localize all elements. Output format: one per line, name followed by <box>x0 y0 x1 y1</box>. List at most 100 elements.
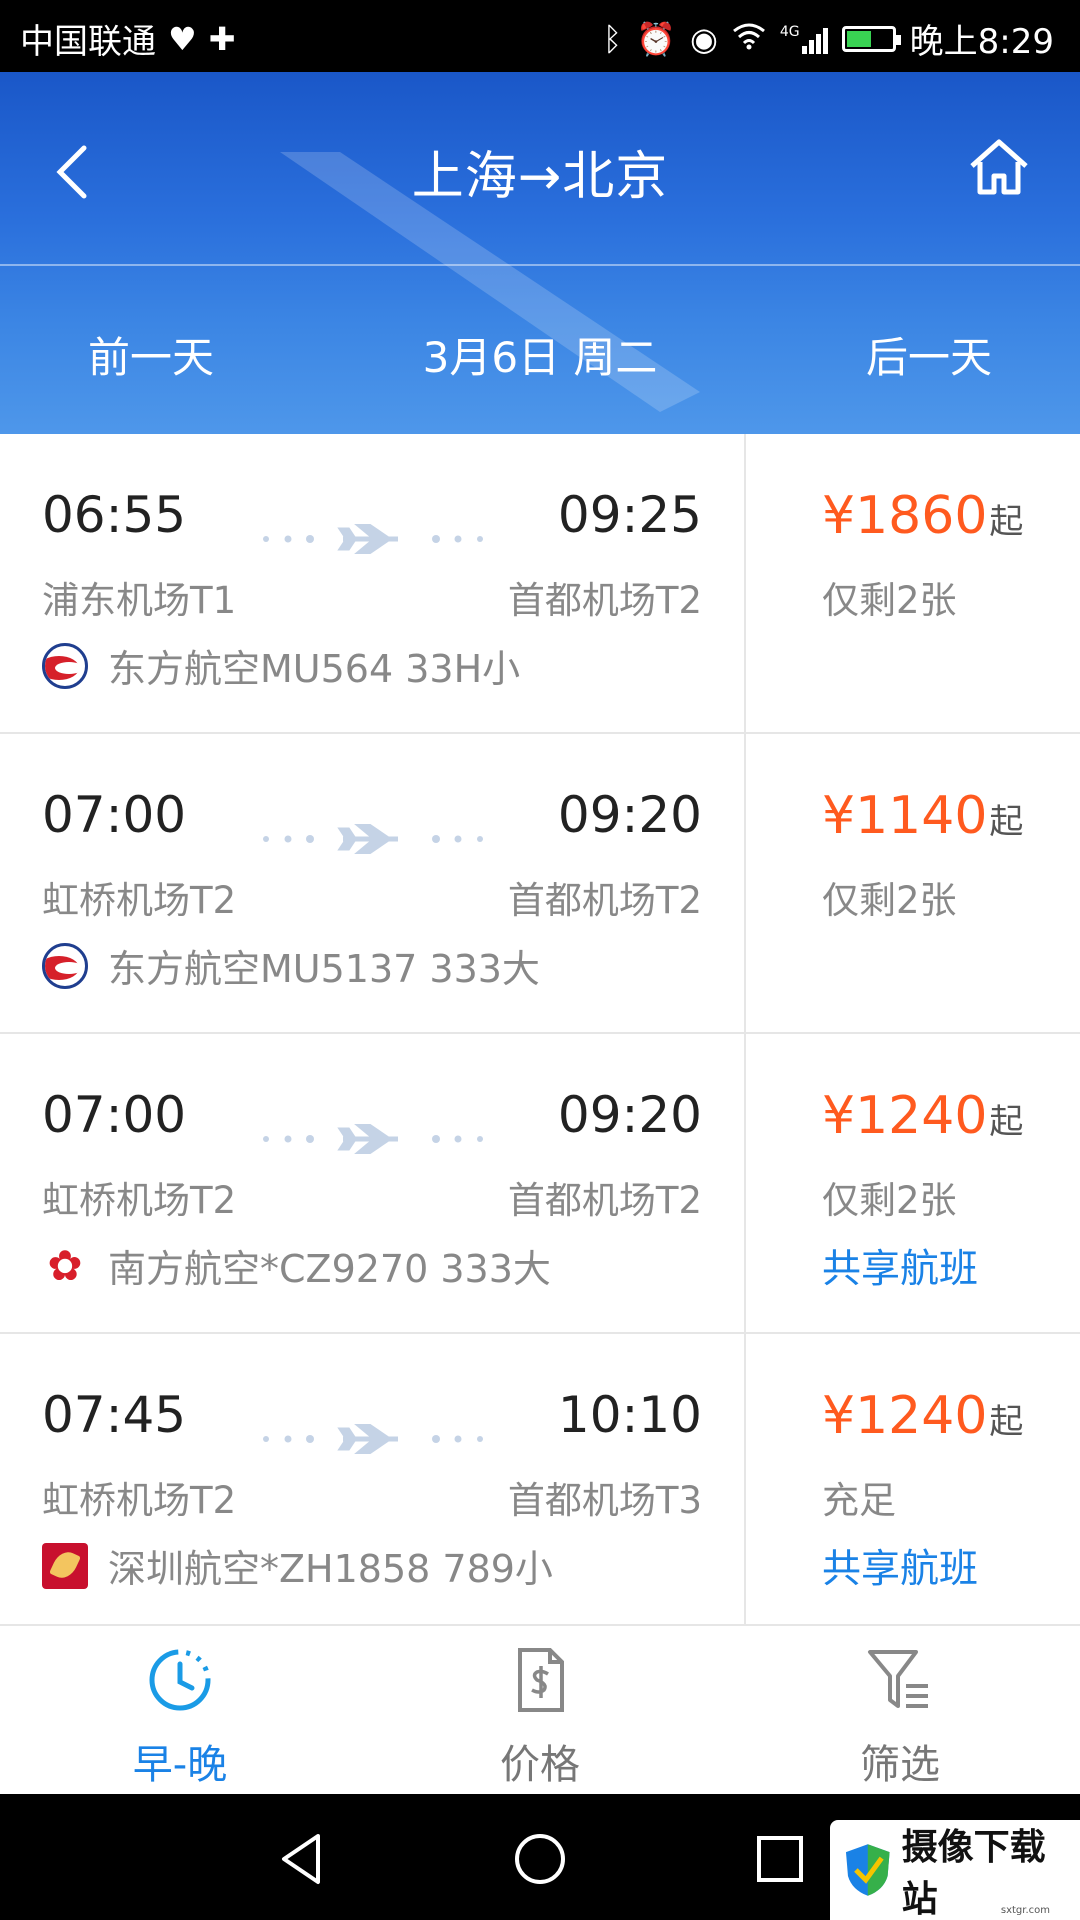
bottom-tab-bar: 早-晚 价格 筛选 <box>0 1624 1080 1794</box>
arrival-time: 09:20 <box>557 786 702 844</box>
bluetooth-icon: ᛒ <box>602 19 623 58</box>
price-info: ¥1240起 仅剩2张 共享航班 <box>748 1034 1080 1332</box>
arrival-airport: 首都机场T2 <box>507 579 702 622</box>
watermark: 摄像下载站 sxtgr.com <box>830 1820 1080 1920</box>
route-title: 上海→北京 <box>411 147 669 207</box>
shenzhen-airlines-logo <box>42 1542 88 1589</box>
ticket-availability: 充足 <box>822 1479 896 1522</box>
tab-sort-price[interactable]: 价格 <box>360 1626 720 1796</box>
nav-home-icon[interactable] <box>505 1824 575 1894</box>
flight-card[interactable]: 07:00 09:20 虹桥机场T2 首都机场T2 ✿ 南方航空*CZ9270 … <box>0 1034 1080 1334</box>
health-heart-icon: ♥ <box>168 19 197 58</box>
ticket-availability: 仅剩2张 <box>822 579 957 622</box>
carrier-name: 中国联通 <box>20 22 156 62</box>
price-suffix: 起 <box>989 502 1024 542</box>
flight-info: 07:45 10:10 虹桥机场T2 首都机场T3 深圳航空*ZH1858 78… <box>0 1334 746 1624</box>
arrival-time: 10:10 <box>557 1386 702 1444</box>
arrival-airport: 首都机场T2 <box>507 1179 702 1222</box>
flight-list: 06:55 09:25 浦东机场T1 首都机场T2 东方航空MU564 33H小… <box>0 434 1080 1624</box>
shared-flight-link[interactable]: 共享航班 <box>822 1538 978 1594</box>
price: ¥1240起 <box>822 1086 1023 1146</box>
airline-row: 东方航空MU564 33H小 <box>42 638 520 693</box>
app-notification-icon: ✚ <box>208 19 236 58</box>
departure-time: 07:45 <box>42 1386 187 1444</box>
status-bar: 中国联通 ♥ ✚ ᛒ ⏰ ◉ 4G 晚上8:29 <box>0 0 1080 72</box>
flight-card[interactable]: 07:00 09:20 虹桥机场T2 首都机场T2 东方航空MU5137 333… <box>0 734 1080 1034</box>
flight-info: 07:00 09:20 虹桥机场T2 首都机场T2 ✿ 南方航空*CZ9270 … <box>0 1034 746 1332</box>
airline-flight-info: 东方航空MU5137 333大 <box>108 947 540 991</box>
ticket-availability: 仅剩2张 <box>822 1179 957 1222</box>
arrival-time: 09:25 <box>557 486 702 544</box>
departure-time: 06:55 <box>42 486 187 544</box>
filter-icon <box>868 1650 928 1708</box>
shared-flight-link[interactable]: 共享航班 <box>822 1238 978 1294</box>
china-southern-logo: ✿ <box>47 1240 83 1290</box>
tab-sort-time[interactable]: 早-晚 <box>0 1626 360 1796</box>
airline-row: 东方航空MU5137 333大 <box>42 938 540 993</box>
arrival-airport: 首都机场T3 <box>507 1479 702 1522</box>
nav-back-icon[interactable] <box>268 1824 338 1894</box>
price: ¥1140起 <box>822 786 1023 846</box>
plane-route-icon <box>263 524 483 554</box>
price-value: ¥1140 <box>822 786 988 846</box>
price: ¥1860起 <box>822 486 1023 546</box>
watermark-text: 摄像下载站 <box>901 1826 1046 1920</box>
price-info: ¥1140起 仅剩2张 <box>748 734 1080 1032</box>
price: ¥1240起 <box>822 1386 1023 1446</box>
flight-info: 07:00 09:20 虹桥机场T2 首都机场T2 东方航空MU5137 333… <box>0 734 746 1032</box>
departure-time: 07:00 <box>42 1086 187 1144</box>
tab-label: 价格 <box>500 1742 580 1788</box>
watermark-url: sxtgr.com <box>1000 1905 1050 1916</box>
china-eastern-logo <box>42 942 88 989</box>
price-value: ¥1860 <box>822 486 988 546</box>
wifi-icon <box>732 19 766 59</box>
shield-logo-icon <box>845 1844 890 1896</box>
alarm-icon: ⏰ <box>636 19 676 58</box>
departure-airport: 浦东机场T1 <box>42 579 237 622</box>
signal-icon: 4G <box>780 24 828 54</box>
price-doc-icon <box>518 1648 564 1712</box>
route-header: 上海→北京 前一天 3月6日 周二 后一天 <box>0 72 1080 434</box>
price-suffix: 起 <box>989 1402 1024 1442</box>
price-suffix: 起 <box>989 802 1024 842</box>
price-value: ¥1240 <box>822 1086 988 1146</box>
status-right: ᛒ ⏰ ◉ 4G 晚上8:29 <box>603 14 1054 63</box>
price-info: ¥1860起 仅剩2张 <box>748 434 1080 732</box>
ticket-availability: 仅剩2张 <box>822 879 957 922</box>
airline-row: ✿ 南方航空*CZ9270 333大 <box>42 1238 551 1293</box>
price-info: ¥1240起 充足 共享航班 <box>748 1334 1080 1624</box>
airline-row: 深圳航空*ZH1858 789小 <box>42 1538 553 1593</box>
tab-filter[interactable]: 筛选 <box>720 1626 1080 1796</box>
arrival-time: 09:20 <box>557 1086 702 1144</box>
plane-route-icon <box>263 824 483 854</box>
departure-airport: 虹桥机场T2 <box>42 879 237 922</box>
departure-time: 07:00 <box>42 786 187 844</box>
system-nav-bar: 摄像下载站 sxtgr.com <box>0 1794 1080 1920</box>
airline-flight-info: 东方航空MU564 33H小 <box>108 647 521 691</box>
plane-route-icon <box>263 1124 483 1154</box>
price-value: ¥1240 <box>822 1386 988 1446</box>
eye-comfort-icon: ◉ <box>689 19 718 58</box>
airline-flight-info: 深圳航空*ZH1858 789小 <box>108 1547 553 1591</box>
home-button[interactable] <box>966 134 1032 200</box>
flight-card[interactable]: 06:55 09:25 浦东机场T1 首都机场T2 东方航空MU564 33H小… <box>0 434 1080 734</box>
arrival-airport: 首都机场T2 <box>507 879 702 922</box>
departure-airport: 虹桥机场T2 <box>42 1479 237 1522</box>
flight-info: 06:55 09:25 浦东机场T1 首都机场T2 东方航空MU564 33H小 <box>0 434 746 732</box>
flight-card[interactable]: 07:45 10:10 虹桥机场T2 首都机场T3 深圳航空*ZH1858 78… <box>0 1334 1080 1624</box>
airline-flight-info: 南方航空*CZ9270 333大 <box>108 1247 551 1291</box>
tab-label: 早-晚 <box>132 1742 228 1788</box>
china-eastern-logo <box>42 642 88 689</box>
nav-recents-icon[interactable] <box>745 1824 815 1894</box>
status-left: 中国联通 ♥ ✚ <box>20 14 236 63</box>
battery-icon <box>841 25 901 52</box>
price-suffix: 起 <box>989 1102 1024 1142</box>
clock-icon <box>149 1649 211 1711</box>
plane-route-icon <box>263 1424 483 1454</box>
header-divider <box>0 264 1080 266</box>
clock-time: 晚上8:29 <box>909 22 1054 62</box>
departure-airport: 虹桥机场T2 <box>42 1179 237 1222</box>
tab-label: 筛选 <box>860 1742 940 1788</box>
network-type: 4G <box>779 23 800 40</box>
next-day-button[interactable]: 后一天 <box>866 324 992 385</box>
